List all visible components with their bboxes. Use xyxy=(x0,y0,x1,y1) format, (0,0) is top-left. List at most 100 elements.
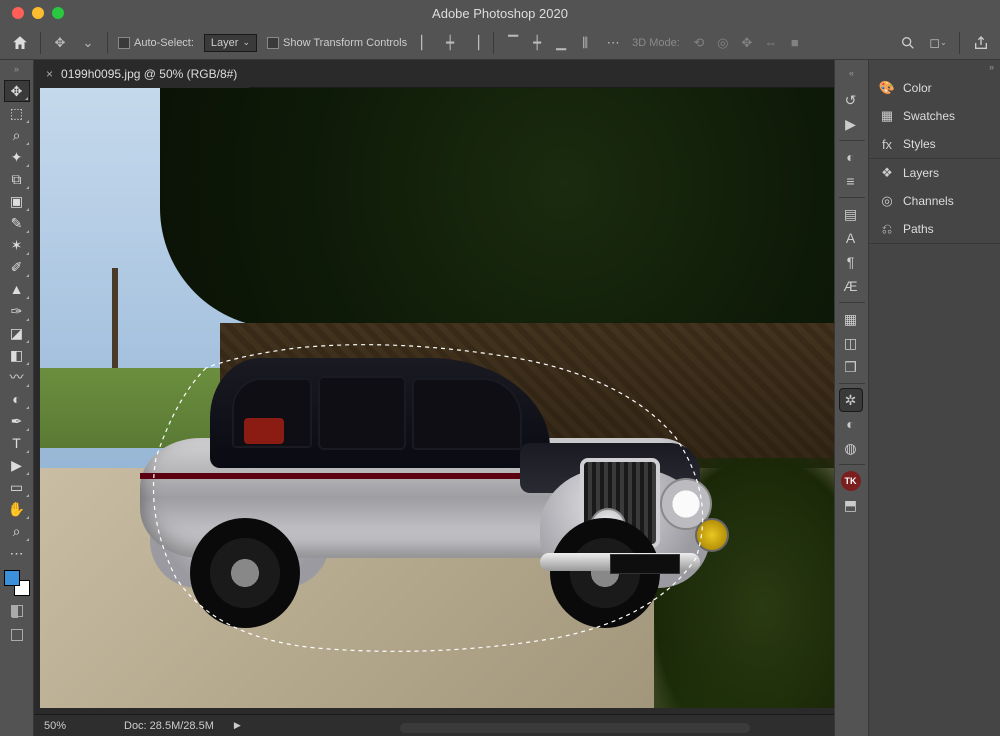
tool-rectangle[interactable]: ▭ xyxy=(4,476,30,498)
panel-paths[interactable]: ⎌Paths xyxy=(869,215,1000,243)
auto-select-label: Auto-Select: xyxy=(134,37,194,49)
panel-icon-panel-5[interactable]: ◍ xyxy=(839,436,863,460)
tool-healing[interactable]: ✶ xyxy=(4,234,30,256)
expand-right-icon[interactable]: « xyxy=(849,68,854,78)
tool-move[interactable]: ✥ xyxy=(4,80,30,102)
tool-preset-dropdown[interactable]: ⌄ xyxy=(79,34,97,52)
screen-mode-button[interactable] xyxy=(4,626,30,644)
screen-mode-icon[interactable]: ◻⌄ xyxy=(929,34,947,52)
titlebar: Adobe Photoshop 2020 xyxy=(0,0,1000,26)
3d-slide-icon: ⇔ xyxy=(762,34,780,52)
maximize-window[interactable] xyxy=(52,7,64,19)
panel-icon-tk-panel[interactable]: TK xyxy=(839,469,863,493)
panel-icon-panel-2[interactable]: ◫ xyxy=(839,331,863,355)
tool-lasso[interactable]: ⌕ xyxy=(4,124,30,146)
collapse-panels-icon[interactable]: » xyxy=(869,60,1000,74)
distribute-icon[interactable]: ⫼ xyxy=(576,34,594,52)
tool-eyedropper[interactable]: ✎ xyxy=(4,212,30,234)
expand-left-icon[interactable]: » xyxy=(14,64,19,74)
right-panels: » 🎨Color▦SwatchesfxStyles ❖Layers ◎ Channe… xyxy=(868,60,1000,736)
zoom-level[interactable]: 50% xyxy=(44,720,104,732)
panel-channels[interactable]: ◎ Channels xyxy=(869,187,1000,215)
left-toolbar: » ✥⬚⌕✦⧉▣✎✶✐▲✑◪◧〰◐✒T▶▭✋⌕⋯ xyxy=(0,60,34,736)
tool-brush[interactable]: ✐ xyxy=(4,256,30,278)
document-tab-label: 0199h0095.jpg @ 50% (RGB/8#) xyxy=(61,67,237,81)
doc-info[interactable]: Doc: 28.5M/28.5M xyxy=(124,720,214,732)
channels-icon: ◎ xyxy=(879,193,895,209)
tool-frame[interactable]: ▣ xyxy=(4,190,30,212)
doc-info-chevron[interactable]: ▶ xyxy=(234,720,241,731)
panel-icon-properties[interactable]: ≡ xyxy=(839,169,863,193)
3d-pan-icon: ✥ xyxy=(738,34,756,52)
panel-icon-history[interactable]: ↺ xyxy=(839,88,863,112)
tool-gradient[interactable]: ◧ xyxy=(4,344,30,366)
align-left-icon[interactable]: ▏ xyxy=(417,34,435,52)
tool-edit-toolbar[interactable]: ⋯ xyxy=(4,542,30,564)
panel-swatches[interactable]: ▦Swatches xyxy=(869,102,1000,130)
show-transform-checkbox[interactable]: Show Transform Controls xyxy=(267,37,407,49)
document-tab[interactable]: × 0199h0095.jpg @ 50% (RGB/8#) xyxy=(34,60,249,88)
tool-crop[interactable]: ⧉ xyxy=(4,168,30,190)
panel-icon-panel-1[interactable]: ▦ xyxy=(839,307,863,331)
align-top-icon[interactable]: ▔ xyxy=(504,34,522,52)
more-options-icon[interactable]: ⋯ xyxy=(604,34,622,52)
status-bar: 50% Doc: 28.5M/28.5M ▶ xyxy=(34,714,834,736)
document-tabs: × 0199h0095.jpg @ 50% (RGB/8#) xyxy=(34,60,834,88)
tool-zoom[interactable]: ⌕ xyxy=(4,520,30,542)
share-icon[interactable] xyxy=(972,34,990,52)
color-swatches[interactable] xyxy=(4,570,30,596)
tool-pen[interactable]: ✒ xyxy=(4,410,30,432)
tool-type[interactable]: T xyxy=(4,432,30,454)
tool-marquee[interactable]: ⬚ xyxy=(4,102,30,124)
tool-history-brush[interactable]: ✑ xyxy=(4,300,30,322)
paths-label: Paths xyxy=(903,222,934,236)
quick-mask-button[interactable] xyxy=(4,602,30,620)
search-icon[interactable] xyxy=(899,34,917,52)
close-window[interactable] xyxy=(12,7,24,19)
auto-select-checkbox[interactable]: Auto-Select: xyxy=(118,37,194,49)
align-center-h-icon[interactable]: ┿ xyxy=(441,34,459,52)
align-right-icon[interactable]: ▕ xyxy=(465,34,483,52)
app-title: Adobe Photoshop 2020 xyxy=(432,6,568,21)
channels-label: Channels xyxy=(903,194,954,208)
3d-zoom-icon: ■ xyxy=(786,34,804,52)
align-bottom-icon[interactable]: ▁ xyxy=(552,34,570,52)
canvas[interactable] xyxy=(34,88,834,714)
foreground-color-swatch[interactable] xyxy=(4,570,20,586)
panel-icon-libraries[interactable]: ▤ xyxy=(839,202,863,226)
panel-icon-paragraph[interactable]: ¶ xyxy=(839,250,863,274)
tool-eraser[interactable]: ◪ xyxy=(4,322,30,344)
layers-icon: ❖ xyxy=(879,165,895,181)
tool-path-select[interactable]: ▶ xyxy=(4,454,30,476)
close-tab-icon[interactable]: × xyxy=(46,67,53,81)
align-group: ▏ ┿ ▕ xyxy=(417,34,483,52)
align-middle-icon[interactable]: ┿ xyxy=(528,34,546,52)
tool-dodge[interactable]: ◐ xyxy=(4,388,30,410)
panel-icon-actions[interactable]: ▶ xyxy=(839,112,863,136)
panel-icon-panel-3[interactable]: ❒ xyxy=(839,355,863,379)
panel-styles[interactable]: fxStyles xyxy=(869,130,1000,158)
image-canvas[interactable] xyxy=(40,88,834,708)
3d-roll-icon: ◎ xyxy=(714,34,732,52)
tool-magic-wand[interactable]: ✦ xyxy=(4,146,30,168)
styles-label: Styles xyxy=(903,137,936,151)
layer-dropdown-label: Layer xyxy=(211,37,239,49)
tool-blur[interactable]: 〰 xyxy=(4,366,30,388)
show-transform-label: Show Transform Controls xyxy=(283,37,407,49)
swatches-label: Swatches xyxy=(903,109,955,123)
panel-layers[interactable]: ❖Layers xyxy=(869,159,1000,187)
panel-icon-panel-6[interactable]: ⬒ xyxy=(839,493,863,517)
minimize-window[interactable] xyxy=(32,7,44,19)
right-icon-column: « ↺▶◐≡▤A¶Æ▦◫❒✲◐◍TK⬒ xyxy=(834,60,868,736)
panel-icon-glyphs[interactable]: Æ xyxy=(839,274,863,298)
panel-icon-active-panel[interactable]: ✲ xyxy=(839,388,863,412)
horizontal-scrollbar[interactable] xyxy=(400,723,750,733)
tool-hand[interactable]: ✋ xyxy=(4,498,30,520)
panel-icon-character[interactable]: A xyxy=(839,226,863,250)
auto-select-target-dropdown[interactable]: Layer⌄ xyxy=(204,34,257,52)
panel-icon-panel-4[interactable]: ◐ xyxy=(839,412,863,436)
tool-clone[interactable]: ▲ xyxy=(4,278,30,300)
panel-color[interactable]: 🎨Color xyxy=(869,74,1000,102)
panel-icon-adjustments[interactable]: ◐ xyxy=(839,145,863,169)
home-button[interactable] xyxy=(10,33,30,53)
